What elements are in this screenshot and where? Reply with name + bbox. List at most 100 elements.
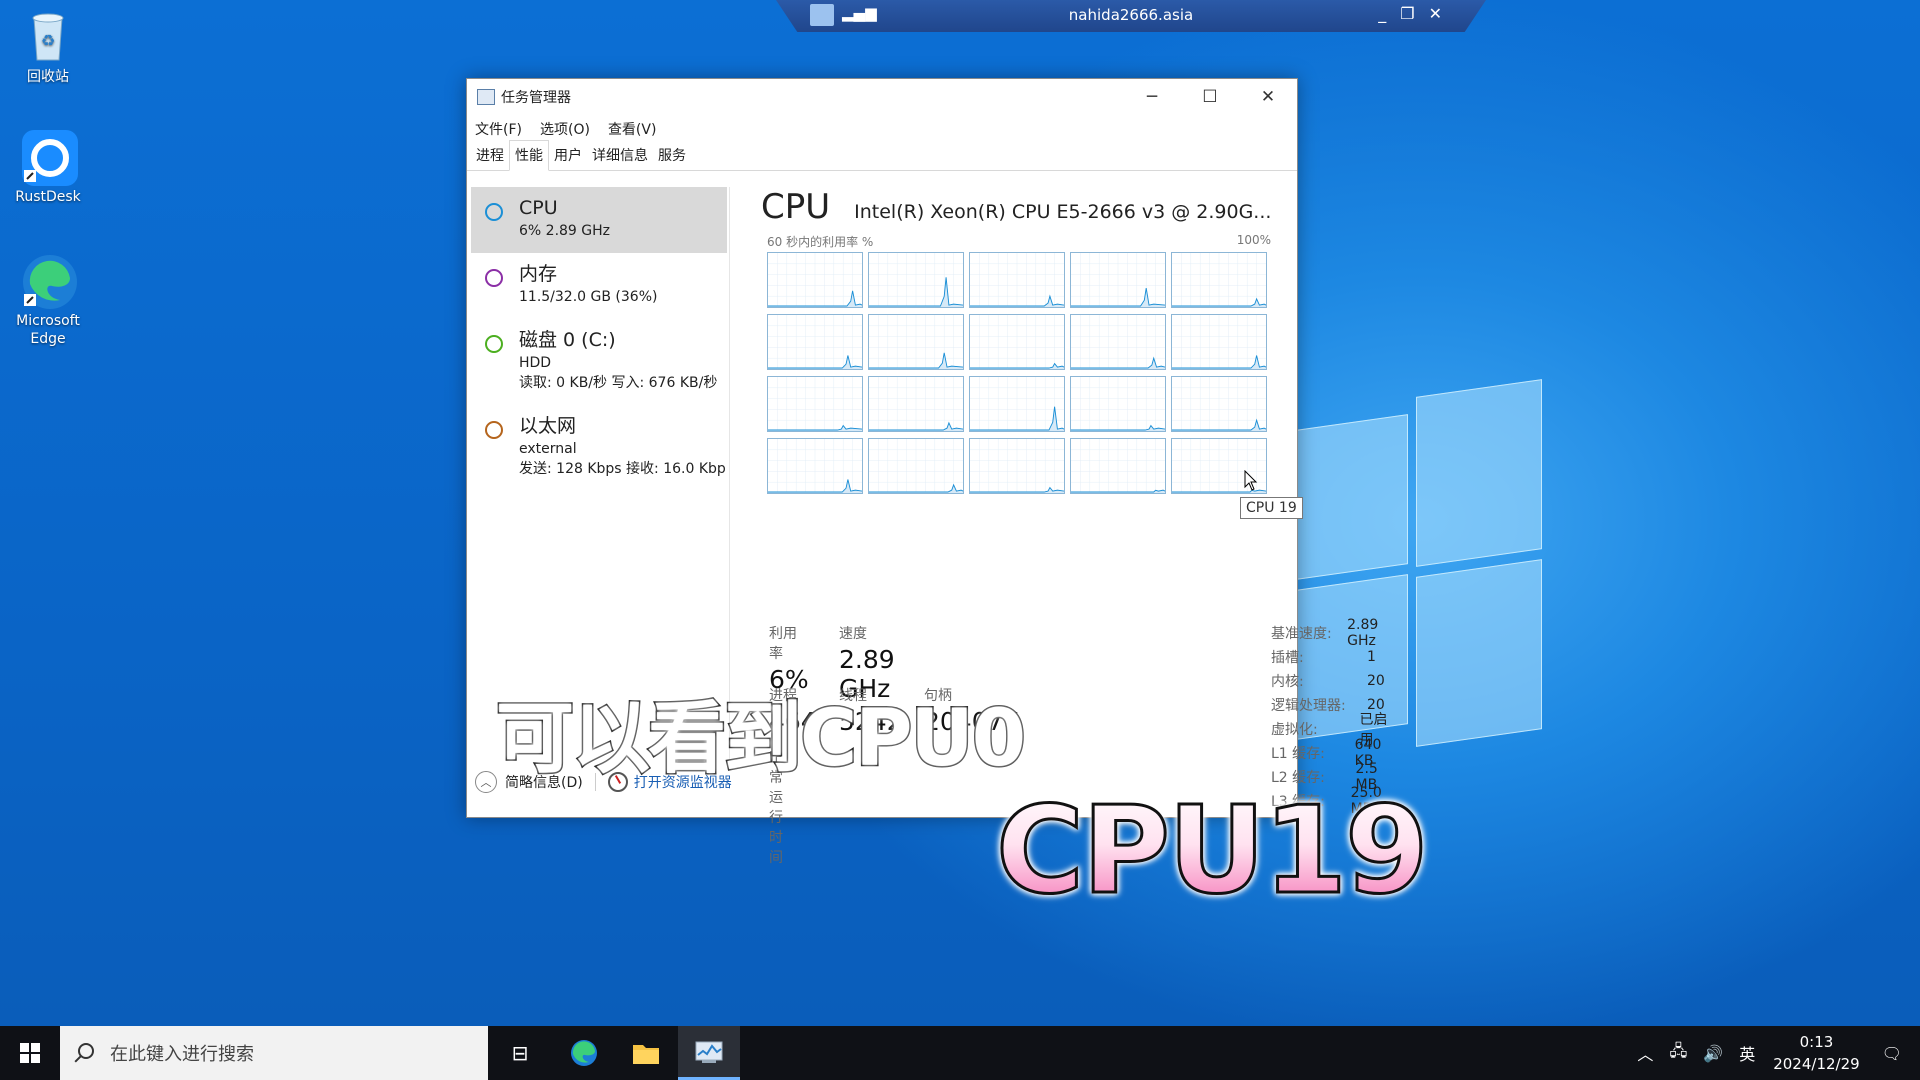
cpu-graph-4[interactable] bbox=[1171, 252, 1267, 308]
cpu-graph-17[interactable] bbox=[969, 438, 1065, 494]
spec-label: 虚拟化: bbox=[1271, 722, 1318, 738]
sidebar-item-detail: 6% 2.89 GHz bbox=[519, 223, 611, 239]
menu-bar: 文件(F) 选项(O) 查看(V) bbox=[467, 115, 1297, 143]
cpu-graph-1[interactable] bbox=[868, 252, 964, 308]
clock[interactable]: 0:13 2024/12/29 bbox=[1773, 1031, 1859, 1075]
cpu-graph-14[interactable] bbox=[1171, 376, 1267, 432]
cpu-panel: CPU Intel(R) Xeon(R) CPU E5-2666 v3 @ 2.… bbox=[761, 187, 1387, 866]
close-button[interactable]: ✕ bbox=[1239, 79, 1297, 115]
cpu-graph-plot bbox=[1071, 377, 1165, 431]
cpu-graph-plot bbox=[1071, 315, 1165, 369]
tab-performance[interactable]: 性能 bbox=[509, 140, 549, 171]
cpu-graph-plot bbox=[970, 377, 1064, 431]
cpu-graph-plot bbox=[1172, 315, 1266, 369]
taskbar-edge[interactable] bbox=[554, 1026, 614, 1080]
menu-view[interactable]: 查看(V) bbox=[608, 119, 657, 139]
spec-row: 基准速度: 2.89 GHz bbox=[1271, 617, 1398, 649]
remote-session-bar: ▂▄▆ nahida2666.asia _ ❐ ✕ bbox=[776, 0, 1486, 32]
tab-details[interactable]: 详细信息 bbox=[587, 141, 653, 170]
highlight-caption: CPU19 bbox=[994, 781, 1429, 923]
edge-icon bbox=[20, 252, 77, 309]
desktop-icon-edge[interactable]: Microsoft Edge bbox=[0, 252, 96, 348]
spec-label: 逻辑处理器: bbox=[1271, 698, 1346, 714]
network-icon[interactable]: 🖧 bbox=[1669, 1040, 1687, 1067]
sidebar-item-cpu[interactable]: CPU 6% 2.89 GHz bbox=[471, 187, 727, 253]
search-placeholder: 在此键入进行搜索 bbox=[110, 1044, 254, 1065]
task-manager-icon bbox=[477, 89, 495, 105]
title-bar[interactable]: 任务管理器 ─ ☐ ✕ bbox=[467, 79, 1297, 115]
sidebar-item-memory[interactable]: 内存 11.5/32.0 GB (36%) bbox=[471, 253, 727, 319]
tab-processes[interactable]: 进程 bbox=[471, 141, 509, 170]
taskbar-file-explorer[interactable] bbox=[616, 1026, 676, 1080]
cpu-graph-12[interactable] bbox=[969, 376, 1065, 432]
cpu-graph-plot bbox=[1172, 253, 1266, 307]
sidebar-item-ethernet[interactable]: 以太网 external 发送: 128 Kbps 接收: 16.0 Kbp bbox=[471, 405, 727, 491]
cpu-graph-11[interactable] bbox=[868, 376, 964, 432]
memory-indicator-icon bbox=[485, 269, 503, 287]
cpu-graph-plot bbox=[970, 315, 1064, 369]
cpu-graph-2[interactable] bbox=[969, 252, 1065, 308]
sidebar-item-detail: 11.5/32.0 GB (36%) bbox=[519, 289, 658, 305]
tab-users[interactable]: 用户 bbox=[549, 141, 587, 170]
cpu-graph-15[interactable] bbox=[767, 438, 863, 494]
cpu-graph-3[interactable] bbox=[1070, 252, 1166, 308]
windows-icon bbox=[20, 1043, 40, 1063]
spec-value: 2.89 GHz bbox=[1347, 617, 1379, 649]
search-box[interactable]: 在此键入进行搜索 bbox=[60, 1026, 488, 1080]
cpu-graph-plot bbox=[1071, 253, 1165, 307]
cpu-graph-plot bbox=[970, 253, 1064, 307]
close-icon[interactable]: ✕ bbox=[1429, 4, 1442, 23]
maximize-button[interactable]: ☐ bbox=[1181, 79, 1239, 115]
chevron-up-icon[interactable]: ︿ bbox=[1637, 1041, 1653, 1065]
spec-value: 20 bbox=[1367, 673, 1385, 689]
system-tray: ︿ 🖧 🔊 英 0:13 2024/12/29 🗨 bbox=[1629, 1026, 1920, 1080]
menu-options[interactable]: 选项(O) bbox=[540, 119, 590, 139]
ethernet-indicator-icon bbox=[485, 421, 503, 439]
desktop-icon-label: Microsoft Edge bbox=[16, 313, 80, 347]
minimize-icon[interactable]: _ bbox=[1378, 4, 1386, 23]
cpu-graph-16[interactable] bbox=[868, 438, 964, 494]
cpu-graph-8[interactable] bbox=[1070, 314, 1166, 370]
minimize-button[interactable]: ─ bbox=[1123, 79, 1181, 115]
cpu-graph-plot bbox=[768, 377, 862, 431]
notification-icon[interactable]: 🗨 bbox=[1882, 1044, 1902, 1063]
tab-strip: 进程 性能 用户 详细信息 服务 bbox=[467, 140, 1297, 171]
desktop-icon-label: 回收站 bbox=[27, 69, 69, 85]
start-button[interactable] bbox=[0, 1026, 60, 1080]
menu-file[interactable]: 文件(F) bbox=[475, 119, 522, 139]
spec-value: 1 bbox=[1367, 649, 1376, 665]
sidebar-item-disk[interactable]: 磁盘 0 (C:) HDD 读取: 0 KB/秒 写入: 676 KB/秒 bbox=[471, 319, 727, 405]
cpu-graph-6[interactable] bbox=[868, 314, 964, 370]
logical-processor-graphs[interactable] bbox=[767, 252, 1281, 494]
cpu-graph-0[interactable] bbox=[767, 252, 863, 308]
sidebar-item-detail: external bbox=[519, 441, 577, 457]
tab-services[interactable]: 服务 bbox=[653, 141, 691, 170]
cpu-graph-9[interactable] bbox=[1171, 314, 1267, 370]
taskbar-task-manager[interactable] bbox=[678, 1026, 740, 1080]
sidebar-item-detail: 发送: 128 Kbps 接收: 16.0 Kbp bbox=[519, 461, 726, 477]
cpu-graph-10[interactable] bbox=[767, 376, 863, 432]
sidebar-item-label: 内存 bbox=[519, 263, 558, 285]
cpu-graph-13[interactable] bbox=[1070, 376, 1166, 432]
desktop-icon-rustdesk[interactable]: RustDesk bbox=[0, 128, 96, 206]
task-manager-icon bbox=[695, 1041, 723, 1063]
task-view-button[interactable]: ⊟ bbox=[490, 1026, 550, 1080]
cpu-graph-5[interactable] bbox=[767, 314, 863, 370]
desktop-icon-label: RustDesk bbox=[15, 189, 81, 205]
sidebar-item-detail: HDD bbox=[519, 355, 552, 371]
spec-label: 内核: bbox=[1271, 674, 1304, 690]
cpu-graph-7[interactable] bbox=[969, 314, 1065, 370]
cpu-graph-plot bbox=[869, 315, 963, 369]
cpu-graph-plot bbox=[970, 439, 1064, 493]
cpu-graph-plot bbox=[1071, 439, 1165, 493]
ime-indicator[interactable]: 英 bbox=[1739, 1041, 1755, 1065]
cpu-graph-18[interactable] bbox=[1070, 438, 1166, 494]
sidebar-item-detail: 读取: 0 KB/秒 写入: 676 KB/秒 bbox=[519, 375, 718, 391]
cpu-graph-plot bbox=[869, 439, 963, 493]
volume-icon[interactable]: 🔊 bbox=[1703, 1044, 1723, 1063]
collapse-icon[interactable]: ︿ bbox=[475, 771, 497, 793]
disk-indicator-icon bbox=[485, 335, 503, 353]
cpu-model: Intel(R) Xeon(R) CPU E5-2666 v3 @ 2.90G.… bbox=[854, 201, 1272, 223]
desktop-icon-recycle-bin[interactable]: ♻ 回收站 bbox=[0, 8, 96, 86]
restore-icon[interactable]: ❐ bbox=[1400, 4, 1414, 23]
